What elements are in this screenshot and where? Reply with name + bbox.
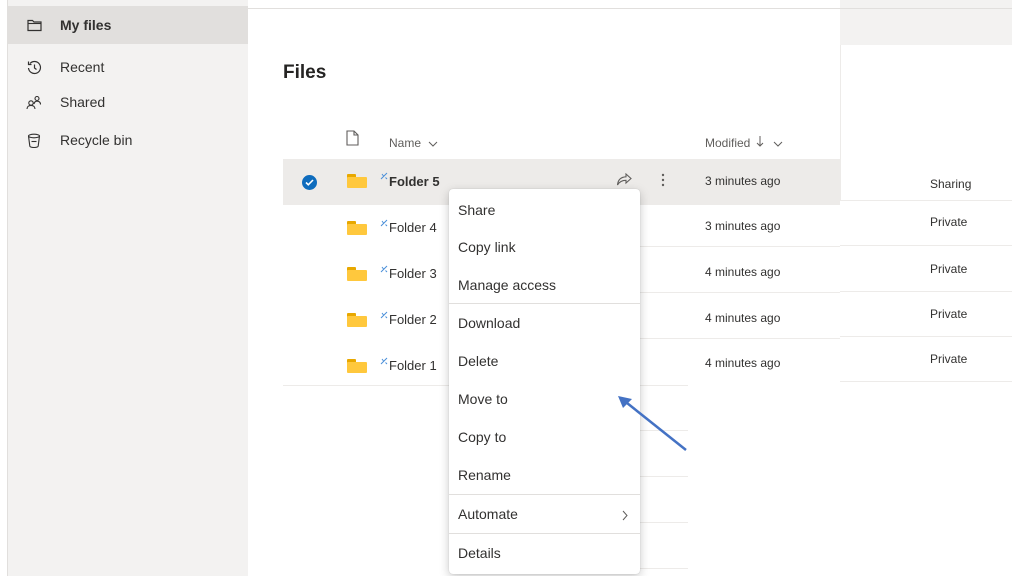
- sidebar-item-my-files[interactable]: My files: [8, 6, 248, 44]
- row-divider: [640, 476, 688, 477]
- modified-date: 4 minutes ago: [705, 356, 781, 370]
- people-icon: [26, 94, 42, 110]
- annotation-arrow-icon: [618, 396, 687, 451]
- sidebar-item-label: Shared: [60, 94, 106, 110]
- new-item-icon: [380, 167, 388, 180]
- folder-name[interactable]: Folder 1: [389, 358, 437, 373]
- modified-date: 3 minutes ago: [705, 174, 781, 188]
- new-item-icon: [380, 352, 388, 365]
- modified-column-header[interactable]: Modified: [705, 136, 783, 150]
- row-divider: [640, 338, 840, 339]
- menu-item-label: Rename: [458, 467, 511, 483]
- modified-date: 3 minutes ago: [705, 219, 781, 233]
- menu-item-label: Download: [458, 315, 521, 331]
- row-divider: [840, 381, 1012, 382]
- menu-item-share[interactable]: Share: [449, 191, 640, 229]
- row-divider: [840, 291, 1012, 292]
- menu-item-label: Delete: [458, 353, 499, 369]
- folder-icon: [347, 221, 367, 235]
- menu-item-delete[interactable]: Delete: [449, 342, 640, 380]
- row-divider: [640, 292, 840, 293]
- page-title: Files: [283, 62, 327, 83]
- sharing-status: Sharing: [930, 177, 972, 191]
- sharing-status: Private: [930, 307, 968, 321]
- row-divider: [840, 336, 1012, 337]
- sidebar-item-label: Recycle bin: [60, 132, 133, 148]
- new-item-icon: [380, 306, 388, 319]
- new-item-icon: [380, 260, 388, 273]
- modified-column-label: Modified: [705, 136, 751, 150]
- checkmark-icon[interactable]: [302, 175, 317, 190]
- sidebar-item-recent[interactable]: Recent: [8, 48, 248, 86]
- file-type-column-header[interactable]: [346, 130, 359, 149]
- new-item-icon: [380, 214, 388, 227]
- window-edge: [0, 0, 8, 576]
- folder-name[interactable]: Folder 5: [389, 174, 440, 189]
- menu-item-label: Automate: [458, 506, 518, 522]
- folder-icon: [347, 359, 367, 373]
- context-menu: Share Copy link Manage access Download D…: [449, 189, 640, 574]
- menu-item-label: Share: [458, 202, 496, 218]
- menu-item-copy-link[interactable]: Copy link: [449, 228, 640, 266]
- chevron-down-icon: [428, 136, 438, 150]
- column-divider: [840, 45, 841, 201]
- menu-item-label: Move to: [458, 391, 508, 407]
- folder-name[interactable]: Folder 2: [389, 312, 437, 327]
- menu-item-download[interactable]: Download: [449, 304, 640, 342]
- top-divider: [248, 8, 1012, 9]
- chevron-right-icon: [622, 508, 628, 524]
- sort-descending-icon: [756, 136, 764, 150]
- menu-item-label: Copy to: [458, 429, 507, 445]
- top-bar-right: [840, 0, 1012, 45]
- folder-name[interactable]: Folder 4: [389, 220, 437, 235]
- name-column-header[interactable]: Name: [389, 136, 438, 150]
- sharing-status: Private: [930, 262, 968, 276]
- menu-item-automate[interactable]: Automate: [449, 495, 640, 533]
- history-icon: [26, 59, 42, 75]
- sharing-status: Private: [930, 215, 968, 229]
- menu-item-label: Manage access: [458, 277, 557, 293]
- menu-item-label: Copy link: [458, 239, 516, 255]
- folder-icon: [26, 17, 42, 33]
- trash-icon: [26, 132, 42, 148]
- modified-date: 4 minutes ago: [705, 311, 781, 325]
- sidebar-item-label: My files: [60, 17, 112, 33]
- sidebar-item-recycle-bin[interactable]: Recycle bin: [8, 121, 248, 159]
- menu-item-manage-access[interactable]: Manage access: [449, 266, 640, 304]
- row-divider: [640, 568, 688, 569]
- more-options-icon[interactable]: [661, 172, 665, 193]
- row-divider: [840, 200, 1012, 201]
- folder-icon: [347, 174, 367, 188]
- modified-date: 4 minutes ago: [705, 265, 781, 279]
- row-divider: [840, 245, 1012, 246]
- name-column-label: Name: [389, 136, 422, 150]
- sidebar-item-label: Recent: [60, 59, 105, 75]
- folder-icon: [347, 267, 367, 281]
- chevron-down-icon: [773, 136, 783, 150]
- folder-icon: [347, 313, 367, 327]
- row-divider: [640, 522, 688, 523]
- sharing-status: Private: [930, 352, 968, 366]
- menu-item-rename[interactable]: Rename: [449, 456, 640, 494]
- row-divider: [640, 246, 840, 247]
- sidebar: My files Recent Shared Recycle bin: [8, 0, 248, 576]
- document-icon: [346, 130, 359, 149]
- menu-item-label: Details: [458, 545, 501, 561]
- sidebar-item-shared[interactable]: Shared: [8, 83, 248, 121]
- folder-name[interactable]: Folder 3: [389, 266, 437, 281]
- menu-item-details[interactable]: Details: [449, 534, 640, 572]
